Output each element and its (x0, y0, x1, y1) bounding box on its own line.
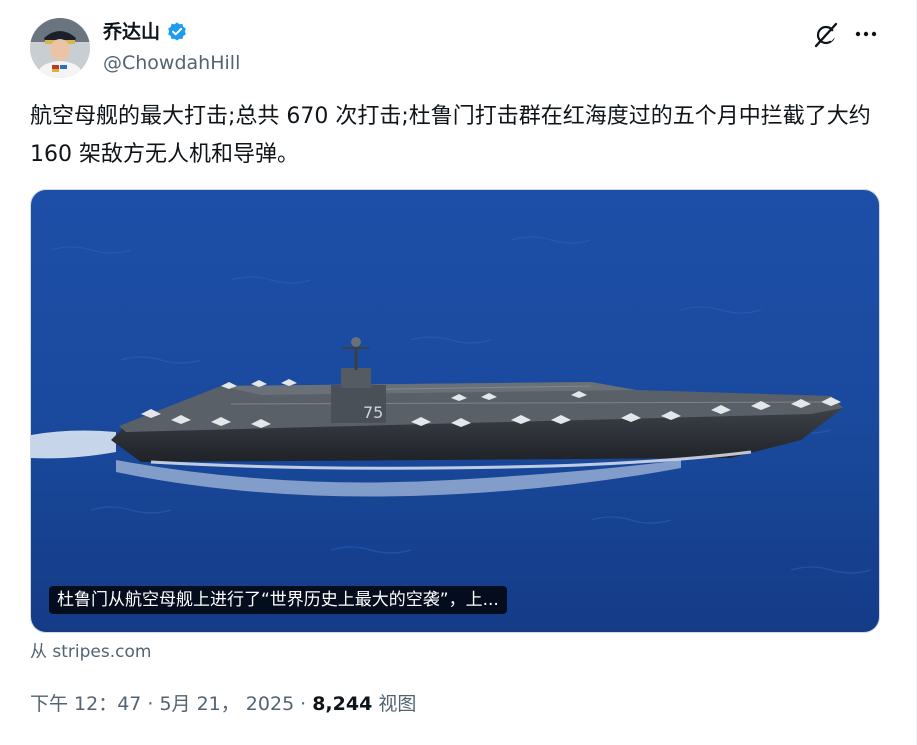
more-options-icon[interactable] (852, 24, 880, 44)
views-count: 8,244 (312, 693, 373, 715)
author-display-name[interactable]: 乔达山 (103, 20, 160, 44)
views-label: 视图 (378, 693, 417, 715)
card-caption: 杜鲁门从航空母舰上进行了“世界历史上最大的空袭”，上... (49, 586, 507, 614)
avatar[interactable] (30, 18, 90, 78)
link-card[interactable]: 75 杜鲁门从航空母舰上进行了“世界历史上最大的空袭”，上... (30, 189, 880, 633)
tweet-text: 航空母舰的最大打击;总共 670 次打击;杜鲁门打击群在红海度过的五个月中拦截了… (30, 104, 878, 167)
grok-icon[interactable] (813, 22, 839, 48)
card-source-link[interactable]: 从 stripes.com (30, 640, 151, 664)
avatar-image (30, 18, 90, 78)
svg-text:75: 75 (363, 403, 383, 422)
tweet-date[interactable]: 5月 21， 2025 (159, 691, 294, 717)
verified-badge-icon (168, 22, 186, 41)
meta-separator: · (147, 693, 154, 715)
author-name-row: 乔达山 (103, 20, 188, 44)
tweet-meta: 下午 12：47 · 5月 21， 2025 · 8,244 视图 (30, 691, 416, 717)
aircraft-carrier-photo: 75 (31, 190, 879, 632)
tweet-time[interactable]: 下午 12：47 (30, 691, 141, 717)
meta-separator: · (300, 693, 307, 715)
tweet: 乔达山 @ChowdahHill 航空母舰的最大打击;总共 670 次打击;杜鲁… (0, 0, 917, 745)
author-handle[interactable]: @ChowdahHill (103, 51, 240, 75)
